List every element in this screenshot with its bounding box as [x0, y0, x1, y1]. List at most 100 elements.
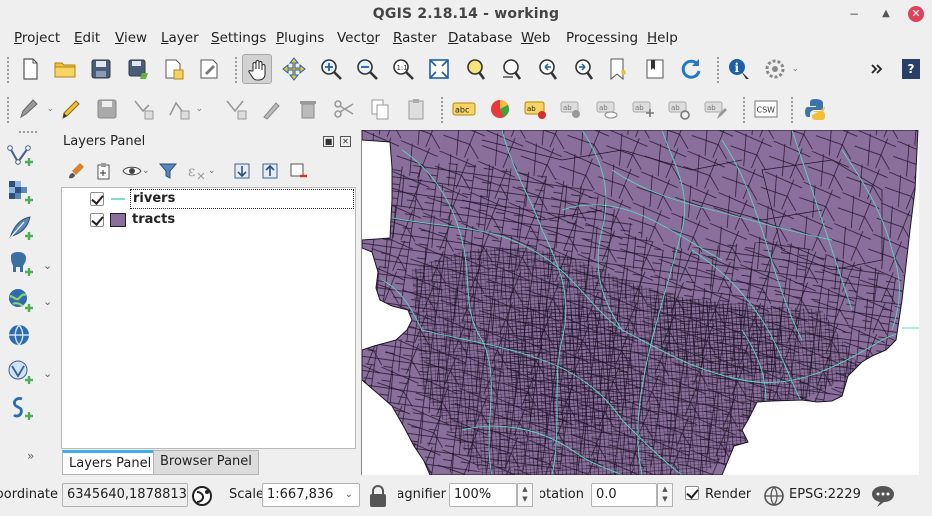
show-bookmarks-button[interactable] [640, 54, 670, 84]
menu-database[interactable]: Database [448, 30, 512, 46]
add-delimited-text-layer-button[interactable] [6, 214, 36, 244]
add-postgis-layer-button[interactable] [6, 250, 36, 280]
crs-globe-icon[interactable] [763, 485, 785, 511]
expand-all-button[interactable] [232, 161, 254, 183]
layer-visibility-checkbox[interactable] [90, 213, 104, 227]
composer-manager-button[interactable] [194, 54, 224, 84]
double-chevron-down-icon[interactable]: » [27, 449, 34, 463]
zoom-full-button[interactable] [424, 54, 454, 84]
chevron-down-icon[interactable]: ⌄ [195, 104, 203, 114]
chevron-down-icon[interactable]: ⌄ [43, 259, 52, 272]
pin-labels-button[interactable]: ab [557, 94, 587, 124]
chevron-down-icon[interactable]: ⌄ [46, 104, 54, 114]
manage-visibility-button[interactable] [122, 161, 144, 183]
new-bookmark-button[interactable] [604, 54, 634, 84]
magnifier-field[interactable]: 100% [449, 483, 517, 507]
add-wms-layer-button[interactable] [6, 286, 36, 316]
run-feature-action-button[interactable]: ⌄ [760, 54, 799, 84]
style-manager-button[interactable] [66, 161, 88, 183]
menu-web[interactable]: Web [521, 30, 550, 46]
save-as-button[interactable] [123, 54, 153, 84]
identify-features-button[interactable]: i [724, 54, 754, 84]
zoom-next-button[interactable] [568, 54, 598, 84]
chevron-down-icon[interactable]: ⌄ [208, 166, 222, 188]
menu-project[interactable]: Project [14, 30, 60, 46]
metasearch-csw-button[interactable]: CSW [751, 94, 781, 124]
toolbar-grip[interactable] [6, 56, 10, 84]
layer-visibility-checkbox[interactable] [90, 192, 104, 206]
filter-by-expression-button[interactable]: ε [186, 161, 208, 183]
render-checkbox[interactable] [685, 486, 699, 500]
show-hide-labels-button[interactable]: ab [593, 94, 623, 124]
whats-this-button[interactable]: ? [896, 54, 926, 84]
add-wfs-layer-button[interactable] [6, 358, 36, 388]
save-layer-edits-button[interactable] [92, 94, 122, 124]
delete-selected-button[interactable] [293, 94, 323, 124]
close-icon[interactable]: ✕ [908, 6, 924, 22]
open-project-button[interactable] [50, 54, 80, 84]
menu-settings[interactable]: Settings [211, 30, 266, 46]
toggle-editing-button[interactable] [56, 94, 86, 124]
maximize-icon[interactable]: ▲ [878, 6, 894, 22]
add-wcs-layer-button[interactable] [6, 322, 36, 352]
toolbar-grip[interactable] [234, 56, 238, 84]
change-label-button[interactable]: ab [701, 94, 731, 124]
log-messages-icon[interactable] [870, 484, 896, 512]
tab-browser-panel[interactable]: Browser Panel [153, 450, 259, 475]
menu-view[interactable]: View [115, 30, 147, 46]
add-feature-button[interactable] [128, 94, 158, 124]
cut-features-edit-button[interactable] [257, 94, 287, 124]
pan-to-selection-button[interactable] [279, 54, 309, 84]
zoom-to-selection-button[interactable] [460, 54, 490, 84]
magnifier-spinner[interactable]: ▲ ▼ [517, 483, 533, 507]
menu-raster[interactable]: Raster [393, 30, 437, 46]
extents-toggle-icon[interactable] [192, 484, 214, 512]
python-console-button[interactable] [800, 94, 830, 124]
crs-label[interactable]: EPSG:2229 [789, 487, 861, 502]
highlight-pinned-labels-button[interactable]: ab [521, 94, 551, 124]
rotation-field[interactable]: 0.0 [591, 483, 657, 507]
toolbar-grip[interactable] [440, 96, 444, 124]
layer-labeling-options-button[interactable]: abc [449, 94, 479, 124]
coordinate-field[interactable]: 6345640,1878813 [62, 483, 188, 507]
move-feature-button[interactable]: ⌄ [164, 94, 203, 124]
chevron-down-icon[interactable]: ⌄ [142, 166, 156, 188]
zoom-last-button[interactable] [532, 54, 562, 84]
zoom-in-button[interactable] [316, 54, 346, 84]
zoom-actual-size-button[interactable]: 1:1 [388, 54, 418, 84]
chevron-down-icon[interactable]: ⌄ [43, 367, 52, 380]
pan-map-button[interactable] [242, 54, 272, 84]
menu-processing[interactable]: Processing [566, 30, 638, 46]
toolbar-grip[interactable] [790, 96, 794, 124]
refresh-button[interactable] [676, 54, 706, 84]
menu-plugins[interactable]: Plugins [276, 30, 324, 46]
filter-legend-button[interactable] [158, 161, 180, 183]
lock-scale-icon[interactable] [368, 484, 388, 512]
copy-features-button[interactable] [365, 94, 395, 124]
paste-features-button[interactable] [401, 94, 431, 124]
toolbar-overflow-button[interactable] [862, 54, 892, 84]
chevron-down-icon[interactable]: ⌄ [791, 64, 799, 74]
toolbar-grip[interactable] [716, 56, 720, 84]
layer-name[interactable]: tracts [132, 212, 175, 227]
menu-layer[interactable]: Layer [161, 30, 199, 46]
toolbar-grip[interactable] [6, 96, 10, 124]
cut-features-button[interactable] [329, 94, 359, 124]
minimize-icon[interactable]: − [846, 6, 862, 22]
menu-vector[interactable]: Vector [337, 30, 380, 46]
current-edits-button[interactable]: ⌄ [15, 94, 54, 124]
menu-edit[interactable]: Edit [74, 30, 100, 46]
layer-item-tracts[interactable]: tracts [62, 210, 355, 230]
node-tool-button[interactable] [221, 94, 251, 124]
close-panel-icon[interactable]: ✕ [340, 136, 351, 147]
rotation-spinner[interactable]: ▲ ▼ [657, 483, 673, 507]
move-label-button[interactable]: ab [629, 94, 659, 124]
new-print-composer-button[interactable] [158, 54, 188, 84]
layer-diagram-options-button[interactable] [485, 94, 515, 124]
toolbar-grip[interactable] [18, 130, 38, 134]
remove-layer-button[interactable] [288, 161, 310, 183]
add-group-button[interactable] [94, 161, 116, 183]
new-project-button[interactable] [15, 54, 45, 84]
collapse-all-button[interactable] [260, 161, 282, 183]
save-project-button[interactable] [86, 54, 116, 84]
